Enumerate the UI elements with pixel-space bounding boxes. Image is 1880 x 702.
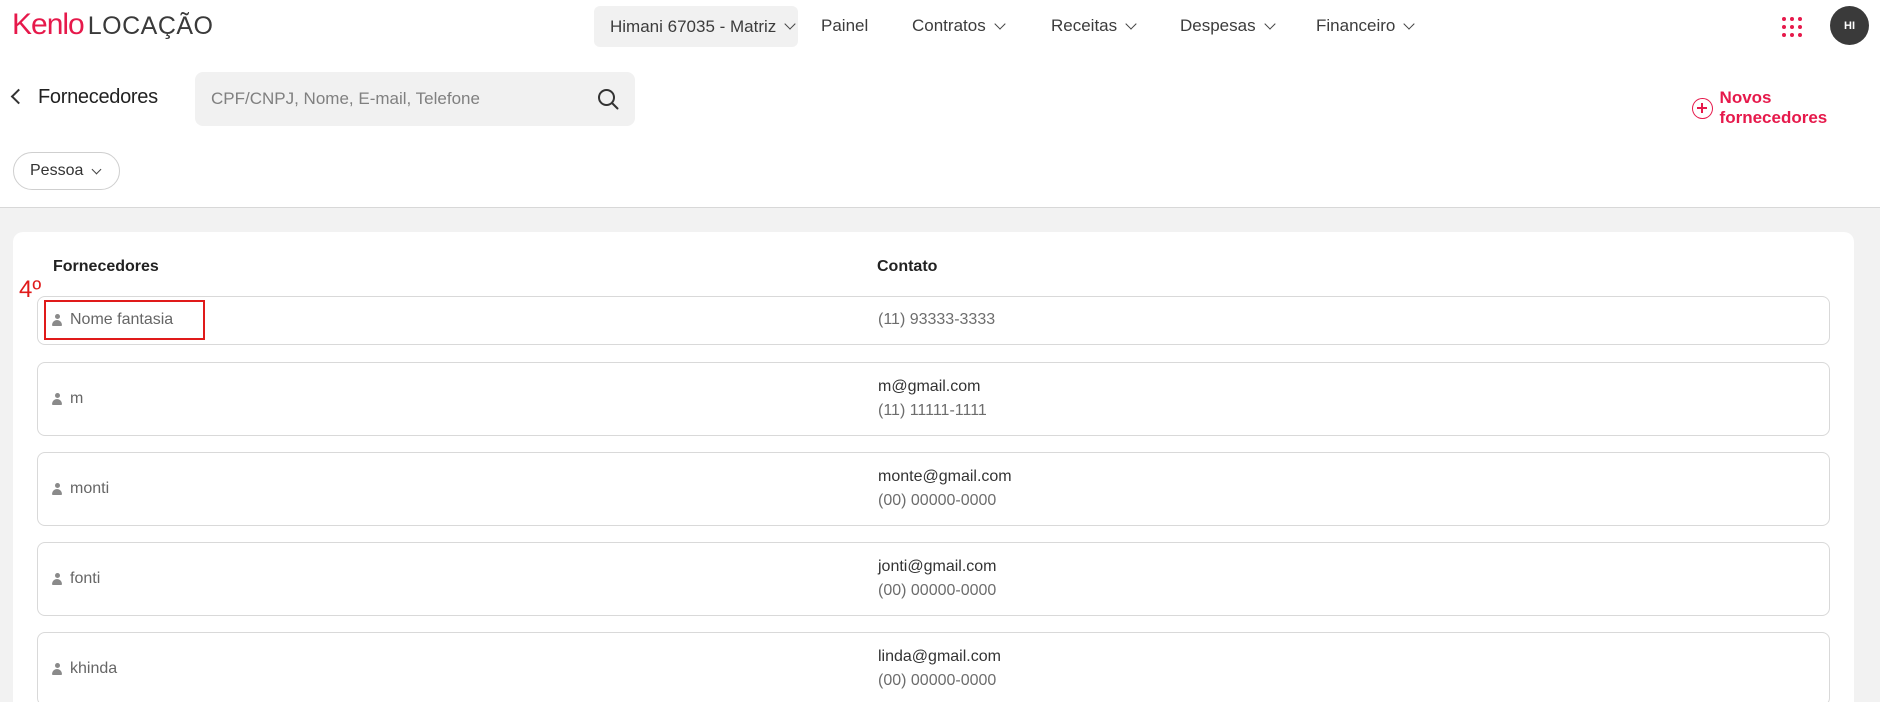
page-title: Fornecedores	[38, 86, 158, 108]
supplier-phone: (00) 00000-0000	[878, 582, 997, 599]
supplier-name: m	[52, 390, 83, 408]
nav-financeiro-label: Financeiro	[1316, 16, 1396, 35]
chevron-left-icon[interactable]	[10, 88, 27, 105]
supplier-name: fonti	[52, 570, 100, 588]
supplier-contact: monte@gmail.com (00) 00000-0000	[878, 465, 1012, 513]
person-icon	[52, 663, 62, 675]
top-navbar: Kenlo LOCAÇÃO Himani 67035 - Matriz Pain…	[0, 0, 1880, 52]
new-supplier-button[interactable]: Novos fornecedores	[1692, 88, 1880, 128]
supplier-phone: (00) 00000-0000	[878, 492, 997, 509]
supplier-name: khinda	[52, 660, 117, 678]
supplier-phone: (00) 00000-0000	[878, 672, 997, 689]
supplier-contact: (11) 93333-3333	[878, 308, 995, 332]
chevron-down-icon	[1263, 17, 1276, 30]
supplier-name-text: monti	[70, 480, 110, 497]
company-select[interactable]: Himani 67035 - Matriz	[594, 6, 798, 47]
column-header-suppliers: Fornecedores	[53, 258, 159, 275]
logo-product: LOCAÇÃO	[87, 12, 214, 40]
nav-painel-label: Painel	[821, 16, 869, 35]
supplier-contact: m@gmail.com (11) 11111-1111	[878, 375, 987, 423]
annotation-step-label: 4º	[19, 276, 42, 303]
grid-dots-icon[interactable]	[1782, 17, 1802, 37]
nav-painel[interactable]: Painel	[821, 14, 868, 38]
plus-circle-icon	[1692, 97, 1713, 119]
supplier-email: jonti@gmail.com	[878, 558, 997, 575]
supplier-name-text: khinda	[70, 660, 118, 677]
supplier-contact: jonti@gmail.com (00) 00000-0000	[878, 555, 997, 603]
nav-despesas-label: Despesas	[1180, 16, 1256, 35]
filter-pessoa-label: Pessoa	[30, 162, 84, 179]
supplier-name: monti	[52, 480, 109, 498]
chevron-down-icon	[1403, 17, 1416, 30]
search-icon[interactable]	[597, 88, 619, 110]
supplier-email: monte@gmail.com	[878, 468, 1012, 485]
chevron-down-icon	[784, 18, 796, 30]
table-row[interactable]: khinda linda@gmail.com (00) 00000-0000	[37, 632, 1830, 702]
person-icon	[52, 483, 62, 495]
table-row[interactable]: m m@gmail.com (11) 11111-1111	[37, 362, 1830, 436]
person-icon	[52, 393, 62, 405]
column-header-contact: Contato	[877, 258, 938, 275]
avatar[interactable]: HI	[1830, 6, 1869, 45]
supplier-phone: (11) 11111-1111	[878, 402, 987, 419]
company-select-label: Himani 67035 - Matriz	[610, 16, 777, 36]
avatar-initials: HI	[1844, 19, 1855, 32]
chevron-down-icon	[91, 164, 102, 174]
table-row[interactable]: fonti jonti@gmail.com (00) 00000-0000	[37, 542, 1830, 616]
supplier-contact: linda@gmail.com (00) 00000-0000	[878, 645, 1001, 693]
nav-despesas[interactable]: Despesas	[1180, 14, 1276, 38]
supplier-email: m@gmail.com	[878, 378, 981, 395]
person-icon	[52, 573, 62, 585]
annotation-highlight-box	[44, 300, 205, 340]
nav-contratos-label: Contratos	[912, 16, 986, 35]
table-row[interactable]: Nome fantasia (11) 93333-3333	[37, 296, 1830, 345]
search-input[interactable]	[211, 72, 591, 126]
chevron-down-icon	[1125, 17, 1137, 30]
nav-contratos[interactable]: Contratos	[912, 14, 1006, 38]
table-row[interactable]: monti monte@gmail.com (00) 00000-0000	[37, 452, 1830, 526]
logo-brand: Kenlo	[12, 8, 85, 41]
supplier-name-text: m	[70, 390, 84, 407]
supplier-phone: (11) 93333-3333	[878, 311, 996, 328]
filter-pessoa[interactable]: Pessoa	[13, 152, 120, 190]
supplier-email: linda@gmail.com	[878, 648, 1001, 665]
supplier-name-text: fonti	[70, 570, 101, 587]
nav-receitas[interactable]: Receitas	[1051, 14, 1137, 38]
search-box	[195, 72, 635, 126]
chevron-down-icon	[994, 17, 1006, 30]
nav-financeiro[interactable]: Financeiro	[1316, 14, 1416, 38]
new-supplier-label: Novos fornecedores	[1719, 88, 1828, 127]
nav-receitas-label: Receitas	[1051, 16, 1118, 35]
kenlo-logo[interactable]: Kenlo LOCAÇÃO	[12, 8, 214, 44]
